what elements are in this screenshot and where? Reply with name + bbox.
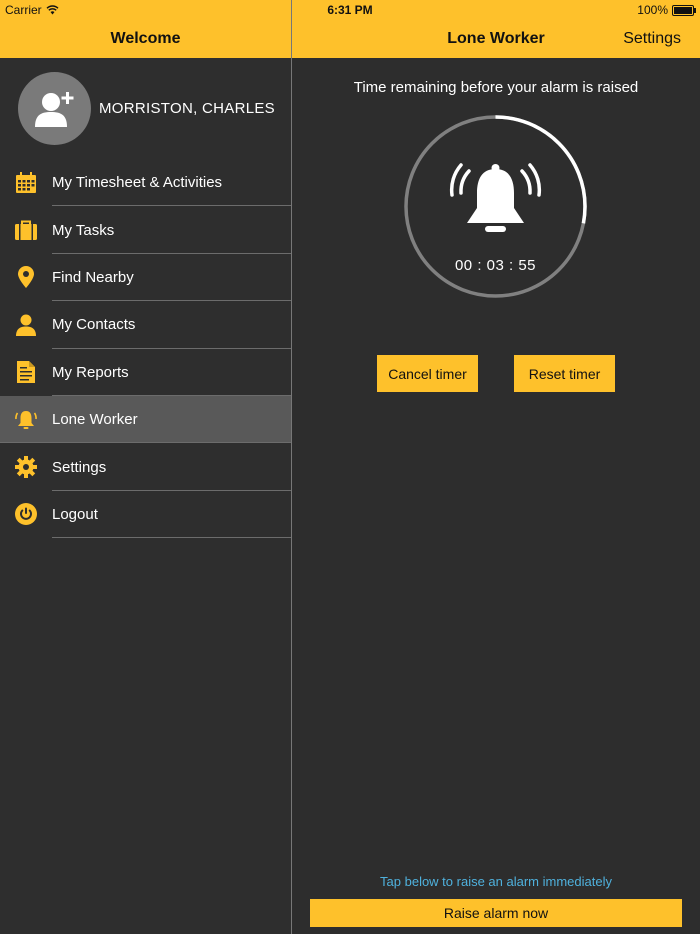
avatar[interactable] (18, 72, 91, 145)
user-name: MORRISTON, CHARLES (99, 100, 275, 117)
timer-prompt: Time remaining before your alarm is rais… (353, 79, 639, 96)
countdown-text: 00 : 03 : 55 (454, 257, 537, 274)
calendar-icon (0, 171, 52, 194)
battery-percent: 100% (637, 3, 668, 17)
raise-alarm-button[interactable]: Raise alarm now (310, 899, 682, 927)
sidebar-item-lone-worker[interactable]: Lone Worker (0, 395, 291, 444)
sidebar-item-label: My Timesheet & Activities (52, 174, 223, 192)
sidebar-item-timesheet[interactable]: My Timesheet & Activities (0, 159, 291, 207)
status-time: 6:31 PM (327, 3, 373, 17)
battery-icon (672, 4, 696, 16)
sidebar-item-label: My Tasks (52, 221, 115, 239)
sidebar-item-label: Logout (52, 505, 98, 523)
sidebar-item-find-nearby[interactable]: Find Nearby (0, 254, 291, 302)
sidebar-item-tasks[interactable]: My Tasks (0, 206, 291, 255)
settings-button[interactable]: Settings (623, 30, 681, 48)
sidebar-menu: My Timesheet & Activities My Tasks Find … (0, 159, 291, 539)
sidebar-item-label: Lone Worker (52, 411, 138, 429)
countdown-timer: 00 : 03 : 55 (404, 115, 587, 298)
panel-divider (291, 0, 292, 934)
cancel-timer-button[interactable]: Cancel timer (377, 355, 478, 392)
sidebar-item-label: My Contacts (52, 316, 136, 334)
sidebar-item-logout[interactable]: Logout (0, 491, 291, 539)
document-icon (0, 361, 52, 384)
sidebar-item-reports[interactable]: My Reports (0, 349, 291, 397)
user-profile[interactable]: MORRISTON, CHARLES (18, 72, 275, 145)
raise-alarm-hint: Tap below to raise an alarm immediately (380, 874, 612, 889)
sidebar: Welcome MORRISTON, CHARLES My Timesheet … (0, 0, 291, 934)
status-right: 100% (637, 3, 696, 17)
sidebar-item-label: My Reports (52, 363, 129, 381)
sidebar-item-label: Find Nearby (52, 268, 134, 286)
power-icon (0, 503, 52, 526)
alarm-bell-icon (449, 163, 542, 232)
person-icon (0, 314, 52, 336)
add-user-icon (34, 91, 73, 127)
location-pin-icon (0, 266, 52, 289)
sidebar-title: Welcome (110, 30, 181, 47)
sidebar-item-settings[interactable]: Settings (0, 443, 291, 492)
reset-timer-button[interactable]: Reset timer (514, 355, 615, 392)
briefcase-icon (0, 220, 52, 241)
alarm-bell-icon (0, 409, 52, 431)
sidebar-item-contacts[interactable]: My Contacts (0, 301, 291, 349)
gear-icon (0, 456, 52, 479)
sidebar-item-label: Settings (52, 458, 107, 476)
status-bar: Carrier 6:31 PM 100% (0, 0, 700, 20)
